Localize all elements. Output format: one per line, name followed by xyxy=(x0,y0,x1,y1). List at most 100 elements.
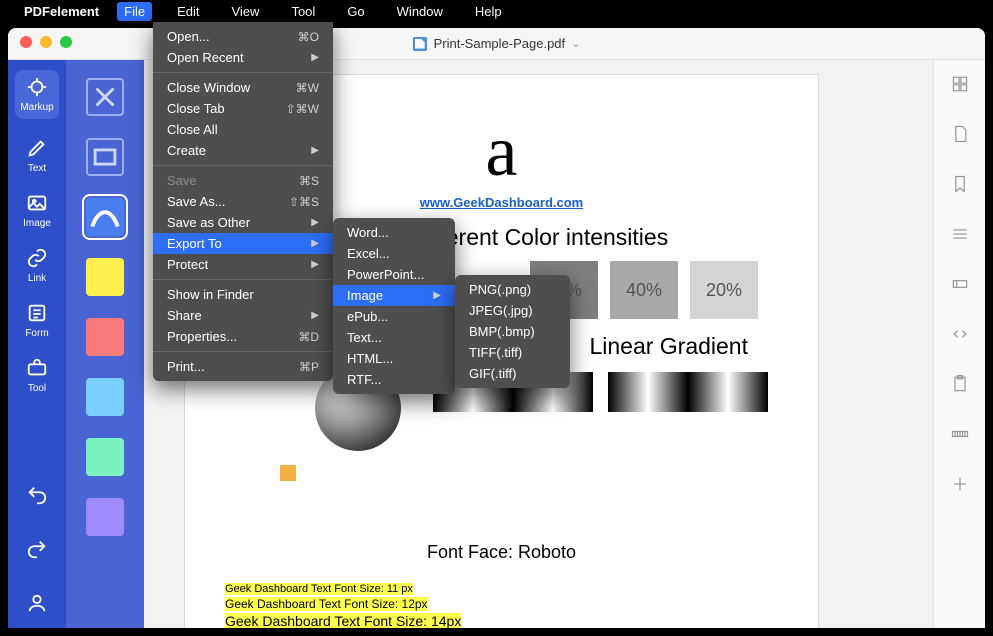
swatch-outline-box[interactable] xyxy=(86,138,124,176)
tool-tool[interactable]: Tool xyxy=(26,357,48,394)
tool-image[interactable]: Image xyxy=(23,192,51,229)
image-submenu: PNG(.png)JPEG(.jpg)BMP(.bmp)TIFF(.tiff)G… xyxy=(455,275,570,388)
file-menu-item-print[interactable]: Print...⌘P xyxy=(153,356,333,377)
tool-link[interactable]: Link xyxy=(26,247,48,284)
menu-edit[interactable]: Edit xyxy=(170,2,206,21)
submenu-arrow-icon: ▶ xyxy=(311,259,319,270)
file-menu-item-protect[interactable]: Protect▶ xyxy=(153,254,333,275)
menu-tool[interactable]: Tool xyxy=(284,2,322,21)
file-menu-item-open-recent[interactable]: Open Recent▶ xyxy=(153,47,333,68)
clipboard-icon[interactable] xyxy=(950,374,970,394)
font-size-samples: Geek Dashboard Text Font Size: 11 pxGeek… xyxy=(225,583,778,628)
file-menu-item-share[interactable]: Share▶ xyxy=(153,305,333,326)
document-icon xyxy=(413,37,427,51)
redo-icon[interactable] xyxy=(26,538,48,560)
minimize-window-icon[interactable] xyxy=(40,36,52,48)
image-menu-item-tiff-tiff[interactable]: TIFF(.tiff) xyxy=(455,342,570,363)
font-size-line: Geek Dashboard Text Font Size: 12px xyxy=(225,597,778,611)
color-swatch-rail xyxy=(66,60,144,628)
form-icon xyxy=(26,302,48,324)
submenu-arrow-icon: ▶ xyxy=(311,52,319,63)
toolbox-icon xyxy=(26,357,48,379)
file-menu-item-close-tab[interactable]: Close Tab⇧⌘W xyxy=(153,98,333,119)
add-icon[interactable] xyxy=(950,474,970,494)
file-menu-item-export-to[interactable]: Export To▶ xyxy=(153,233,333,254)
image-menu-item-jpeg-jpg[interactable]: JPEG(.jpg) xyxy=(455,300,570,321)
export-menu-item-rtf[interactable]: RTF... xyxy=(333,369,455,390)
menu-view[interactable]: View xyxy=(225,2,267,21)
file-menu: Open...⌘OOpen Recent▶Close Window⌘WClose… xyxy=(153,22,333,381)
export-menu-item-word[interactable]: Word... xyxy=(333,222,455,243)
right-panel-rail xyxy=(933,60,985,628)
submenu-arrow-icon: ▶ xyxy=(433,290,441,301)
menu-window[interactable]: Window xyxy=(390,2,450,21)
file-menu-item-properties[interactable]: Properties...⌘D xyxy=(153,326,333,347)
tool-markup[interactable]: Markup xyxy=(15,70,59,119)
file-menu-item-create[interactable]: Create▶ xyxy=(153,140,333,161)
image-icon xyxy=(26,192,48,214)
submenu-arrow-icon: ▶ xyxy=(311,145,319,156)
tool-text[interactable]: Text xyxy=(26,137,48,174)
menu-go[interactable]: Go xyxy=(340,2,371,21)
image-menu-item-bmp-bmp[interactable]: BMP(.bmp) xyxy=(455,321,570,342)
annotation-marker[interactable] xyxy=(280,465,296,481)
app-name[interactable]: PDFelement xyxy=(24,4,99,19)
file-menu-item-save: Save⌘S xyxy=(153,170,333,191)
intensity-box: 20% xyxy=(690,261,758,319)
export-menu-item-image[interactable]: Image▶ xyxy=(333,285,455,306)
submenu-arrow-icon: ▶ xyxy=(311,310,319,321)
pencil-icon xyxy=(26,137,48,159)
page-icon[interactable] xyxy=(950,124,970,144)
user-icon[interactable] xyxy=(26,592,48,614)
bookmark-icon[interactable] xyxy=(950,174,970,194)
swatch-mint[interactable] xyxy=(86,438,124,476)
file-menu-item-close-window[interactable]: Close Window⌘W xyxy=(153,77,333,98)
file-menu-item-close-all[interactable]: Close All xyxy=(153,119,333,140)
swatch-outline-x[interactable] xyxy=(86,78,124,116)
macos-menubar: PDFelement File Edit View Tool Go Window Help xyxy=(0,0,993,22)
swatch-violet[interactable] xyxy=(86,498,124,536)
title-dropdown-icon[interactable]: ⌄ xyxy=(571,37,580,50)
tool-form[interactable]: Form xyxy=(25,302,48,339)
export-menu-item-powerpoint[interactable]: PowerPoint... xyxy=(333,264,455,285)
export-menu-item-epub[interactable]: ePub... xyxy=(333,306,455,327)
measure-icon[interactable] xyxy=(950,424,970,444)
export-menu-item-excel[interactable]: Excel... xyxy=(333,243,455,264)
gradient-bar xyxy=(608,372,768,412)
shortcut-label: ⌘W xyxy=(296,81,319,95)
intensity-box: 40% xyxy=(610,261,678,319)
close-window-icon[interactable] xyxy=(20,36,32,48)
undo-icon[interactable] xyxy=(26,484,48,506)
maximize-window-icon[interactable] xyxy=(60,36,72,48)
file-menu-item-open[interactable]: Open...⌘O xyxy=(153,26,333,47)
document-title: Print-Sample-Page.pdf xyxy=(434,36,566,51)
file-menu-item-show-in-finder[interactable]: Show in Finder xyxy=(153,284,333,305)
thumbnails-icon[interactable] xyxy=(950,74,970,94)
shortcut-label: ⌘S xyxy=(299,174,319,188)
shortcut-label: ⌘D xyxy=(298,330,319,344)
font-size-line: Geek Dashboard Text Font Size: 14px xyxy=(225,613,778,628)
file-menu-item-save-as-other[interactable]: Save as Other▶ xyxy=(153,212,333,233)
export-menu-item-text[interactable]: Text... xyxy=(333,327,455,348)
export-menu-item-html[interactable]: HTML... xyxy=(333,348,455,369)
window-traffic-lights xyxy=(20,36,72,48)
font-face-line: Font Face: Roboto xyxy=(225,542,778,563)
link-icon xyxy=(26,247,48,269)
swatch-highlight[interactable] xyxy=(86,198,124,236)
swatch-sky[interactable] xyxy=(86,378,124,416)
shortcut-label: ⌘O xyxy=(298,30,319,44)
list-icon[interactable] xyxy=(950,224,970,244)
shortcut-label: ⇧⌘W xyxy=(286,102,319,116)
shortcut-label: ⌘P xyxy=(299,360,319,374)
file-menu-item-save-as[interactable]: Save As...⇧⌘S xyxy=(153,191,333,212)
markup-icon xyxy=(26,76,48,98)
field-icon[interactable] xyxy=(950,274,970,294)
menu-file[interactable]: File xyxy=(117,2,152,21)
submenu-arrow-icon: ▶ xyxy=(311,217,319,228)
swatch-yellow[interactable] xyxy=(86,258,124,296)
code-icon[interactable] xyxy=(950,324,970,344)
swatch-coral[interactable] xyxy=(86,318,124,356)
image-menu-item-png-png[interactable]: PNG(.png) xyxy=(455,279,570,300)
image-menu-item-gif-tiff[interactable]: GIF(.tiff) xyxy=(455,363,570,384)
menu-help[interactable]: Help xyxy=(468,2,509,21)
